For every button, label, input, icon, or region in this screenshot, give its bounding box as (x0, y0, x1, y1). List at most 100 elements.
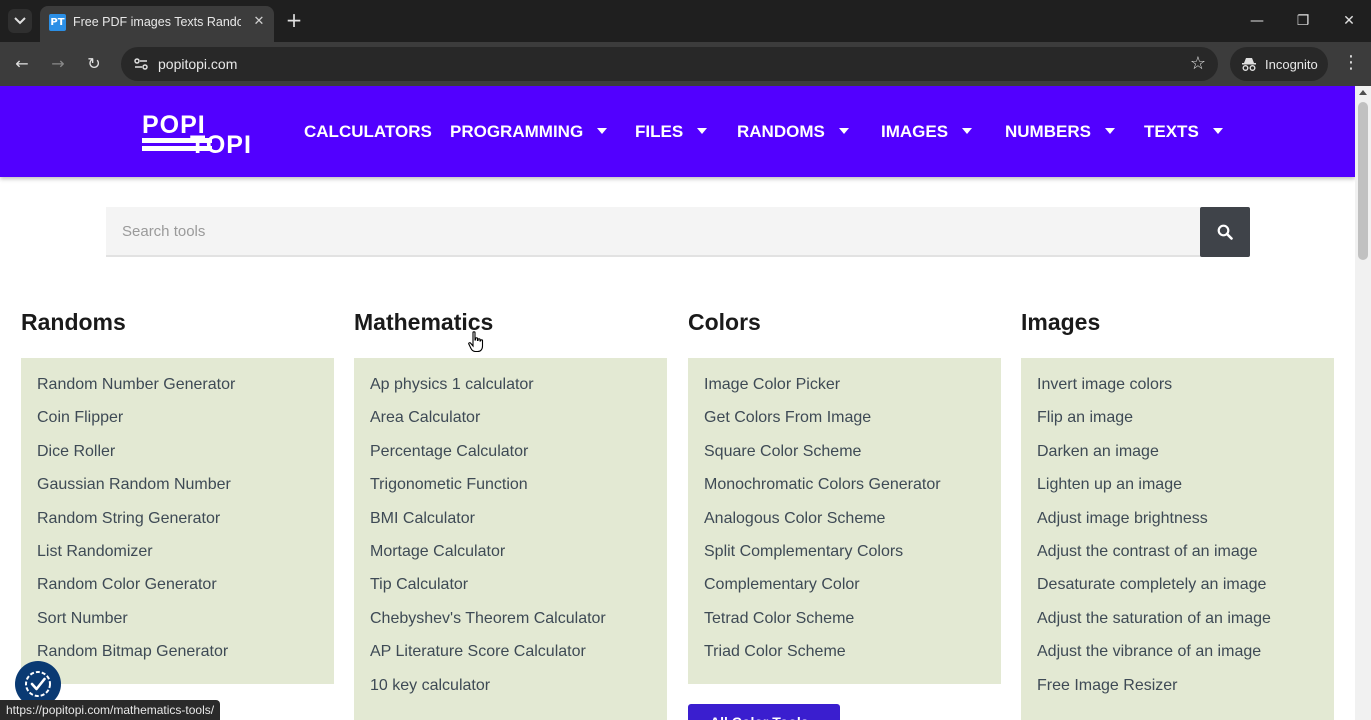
tool-link[interactable]: Split Complementary Colors (688, 543, 1001, 576)
browser-tab-active[interactable]: PT Free PDF images Texts Random ✕ (40, 6, 274, 42)
tool-link[interactable]: Adjust the contrast of an image (1021, 543, 1334, 576)
tool-link[interactable]: Random Bitmap Generator (21, 643, 334, 676)
tool-link[interactable]: Square Color Scheme (688, 443, 1001, 476)
tool-link[interactable]: List Randomizer (21, 543, 334, 576)
category-link-box: Random Number Generator Coin Flipper Dic… (21, 358, 334, 684)
tool-link[interactable]: Chebyshev's Theorem Calculator (354, 610, 667, 643)
tool-link[interactable]: Adjust image brightness (1021, 510, 1334, 543)
site-logo[interactable]: POPI TOPI (142, 113, 274, 159)
scroll-up-icon[interactable] (1359, 90, 1367, 95)
tool-link[interactable]: AP Literature Score Calculator (354, 643, 667, 676)
tool-link[interactable]: Trigonometic Function (354, 476, 667, 509)
browser-tab-bar: PT Free PDF images Texts Random ✕ + — ❐ … (0, 0, 1371, 42)
new-tab-icon[interactable]: + (284, 10, 304, 30)
tool-link[interactable]: Random String Generator (21, 510, 334, 543)
scroll-thumb[interactable] (1358, 102, 1368, 260)
nav-programming[interactable]: PROGRAMMING (450, 122, 608, 142)
browser-menu-icon[interactable]: ⋮ (1342, 52, 1360, 73)
category-link-box: Image Color Picker Get Colors From Image… (688, 358, 1001, 684)
tool-link[interactable]: Monochromatic Colors Generator (688, 476, 1001, 509)
tool-link[interactable]: Coin Flipper (21, 409, 334, 442)
caret-down-icon (697, 127, 708, 134)
caret-down-icon (838, 127, 849, 134)
hand-pointer-cursor-icon (468, 331, 484, 353)
category-title: Colors (688, 309, 761, 335)
incognito-badge[interactable]: Incognito (1230, 47, 1328, 81)
minimize-icon[interactable]: — (1246, 10, 1268, 32)
tool-link[interactable]: Percentage Calculator (354, 443, 667, 476)
site-settings-icon[interactable] (133, 56, 149, 72)
site-header: POPI TOPI CALCULATORS PROGRAMMING FILES … (0, 86, 1355, 177)
category-link-box: Ap physics 1 calculator Area Calculator … (354, 358, 667, 720)
bookmark-star-icon[interactable]: ☆ (1190, 53, 1206, 74)
restore-icon[interactable]: ❐ (1292, 10, 1314, 32)
tool-link[interactable]: Random Color Generator (21, 576, 334, 609)
tool-link[interactable]: Lighten up an image (1021, 476, 1334, 509)
search-bar (106, 207, 1250, 257)
tool-link[interactable]: Area Calculator (354, 409, 667, 442)
tool-link[interactable]: Random Number Generator (21, 376, 334, 409)
tool-link[interactable]: Flip an image (1021, 409, 1334, 442)
tool-link[interactable]: Tip Calculator (354, 576, 667, 609)
tab-search-button[interactable] (8, 9, 32, 33)
page-viewport: POPI TOPI CALCULATORS PROGRAMMING FILES … (0, 86, 1371, 720)
reload-icon[interactable]: ↻ (84, 54, 104, 74)
incognito-label: Incognito (1265, 57, 1318, 72)
category-link-box: Invert image colors Flip an image Darken… (1021, 358, 1334, 720)
nav-label: PROGRAMMING (450, 122, 584, 141)
tool-link[interactable]: Image Color Picker (688, 376, 1001, 409)
nav-label: TEXTS (1144, 122, 1199, 141)
nav-label: IMAGES (881, 122, 949, 141)
incognito-icon (1242, 58, 1256, 71)
tool-link[interactable]: Invert image colors (1021, 376, 1334, 409)
tool-link[interactable]: Adjust the vibrance of an image (1021, 643, 1334, 676)
window-close-icon[interactable]: ✕ (1338, 10, 1360, 32)
nav-label: FILES (635, 122, 684, 141)
tool-link[interactable]: Darken an image (1021, 443, 1334, 476)
caret-down-icon (597, 127, 608, 134)
caret-down-icon (962, 127, 973, 134)
search-button[interactable] (1200, 207, 1250, 257)
address-bar[interactable]: popitopi.com ☆ (121, 47, 1218, 81)
caret-down-icon (1212, 127, 1223, 134)
tool-link[interactable]: Complementary Color (688, 576, 1001, 609)
tool-link[interactable]: Desaturate completely an image (1021, 576, 1334, 609)
nav-files[interactable]: FILES (635, 122, 708, 142)
category-title: Randoms (21, 309, 126, 335)
tool-link[interactable]: Gaussian Random Number (21, 476, 334, 509)
link-status-bar: https://popitopi.com/mathematics-tools/ (0, 700, 221, 720)
nav-calculators[interactable]: CALCULATORS (304, 122, 432, 142)
nav-randoms[interactable]: RANDOMS (737, 122, 849, 142)
tool-link[interactable]: Sort Number (21, 610, 334, 643)
tab-title: Free PDF images Texts Random (73, 15, 241, 29)
tool-link[interactable]: Adjust the saturation of an image (1021, 610, 1334, 643)
nav-texts[interactable]: TEXTS (1144, 122, 1223, 142)
tool-link[interactable]: Free Image Resizer (1021, 677, 1334, 710)
search-input[interactable] (106, 207, 1201, 257)
page-scrollbar[interactable] (1355, 86, 1371, 720)
url-text: popitopi.com (158, 56, 238, 72)
accessibility-check-icon (25, 671, 51, 697)
all-color-tools-button[interactable]: All Color Tools (688, 704, 840, 720)
tool-link[interactable]: Get Colors From Image (688, 409, 1001, 442)
browser-toolbar: ← → ↻ popitopi.com ☆ Incognito ⋮ (0, 42, 1371, 86)
tab-close-icon[interactable]: ✕ (250, 12, 268, 30)
nav-images[interactable]: IMAGES (881, 122, 973, 142)
nav-label: RANDOMS (737, 122, 825, 141)
tool-link[interactable]: Ap physics 1 calculator (354, 376, 667, 409)
tool-link[interactable]: Mortage Calculator (354, 543, 667, 576)
tool-link[interactable]: Triad Color Scheme (688, 643, 1001, 676)
nav-label: CALCULATORS (304, 122, 432, 141)
tool-link[interactable]: Analogous Color Scheme (688, 510, 1001, 543)
tool-link[interactable]: BMI Calculator (354, 510, 667, 543)
forward-arrow-icon[interactable]: → (48, 54, 68, 74)
category-title: Images (1021, 309, 1101, 335)
search-icon (1217, 224, 1233, 240)
nav-numbers[interactable]: NUMBERS (1005, 122, 1115, 142)
tool-link[interactable]: Dice Roller (21, 443, 334, 476)
caret-down-icon (1104, 127, 1115, 134)
tool-link[interactable]: Tetrad Color Scheme (688, 610, 1001, 643)
tool-link[interactable]: 10 key calculator (354, 677, 667, 710)
logo-text-bottom: TOPI (190, 131, 252, 159)
back-arrow-icon[interactable]: ← (12, 54, 32, 74)
